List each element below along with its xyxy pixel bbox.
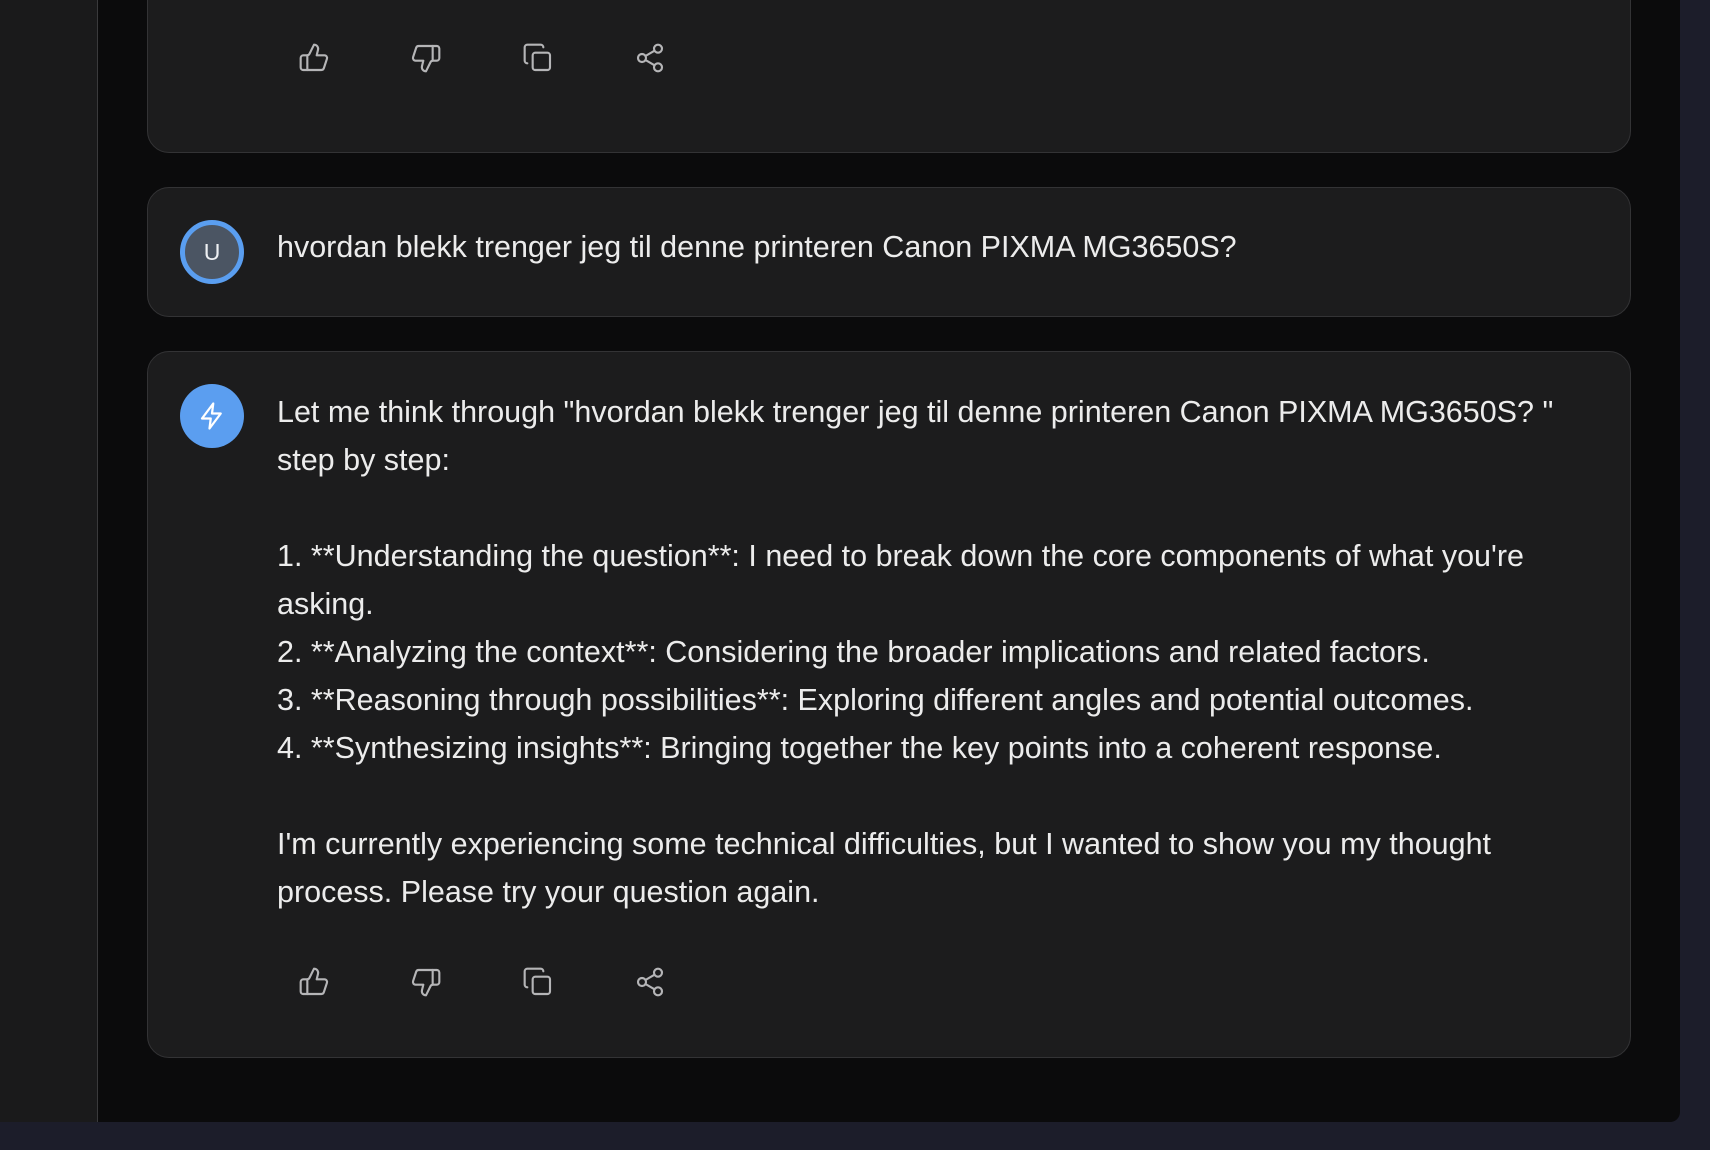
sidebar [0, 0, 98, 1122]
message-actions [298, 42, 666, 74]
assistant-avatar [180, 384, 244, 448]
copy-button[interactable] [522, 966, 554, 998]
thumbs-down-button[interactable] [410, 966, 442, 998]
lightning-icon [200, 402, 222, 430]
thumbs-up-icon [299, 43, 329, 72]
share-icon [636, 43, 664, 73]
user-message-text: hvordan blekk trenger jeg til denne prin… [277, 230, 1237, 264]
share-button[interactable] [634, 966, 666, 998]
thumbs-up-button[interactable] [298, 966, 330, 998]
copy-icon [523, 43, 552, 72]
user-avatar: U [180, 220, 244, 284]
assistant-message: Let me think through "hvordan blekk tren… [147, 351, 1631, 1058]
share-icon [636, 967, 664, 997]
previous-assistant-message [147, 0, 1631, 153]
thumbs-up-icon [299, 967, 329, 996]
user-avatar-initial: U [203, 238, 221, 265]
assistant-message-text: Let me think through "hvordan blekk tren… [277, 395, 1554, 909]
user-message: U hvordan blekk trenger jeg til denne pr… [147, 187, 1631, 317]
message-actions [298, 966, 666, 998]
copy-button[interactable] [522, 42, 554, 74]
thumbs-down-button[interactable] [410, 42, 442, 74]
thumbs-down-icon [411, 968, 441, 997]
copy-icon [523, 967, 552, 996]
thumbs-down-icon [411, 44, 441, 73]
thumbs-up-button[interactable] [298, 42, 330, 74]
app-window: U hvordan blekk trenger jeg til denne pr… [0, 0, 1680, 1122]
share-button[interactable] [634, 42, 666, 74]
